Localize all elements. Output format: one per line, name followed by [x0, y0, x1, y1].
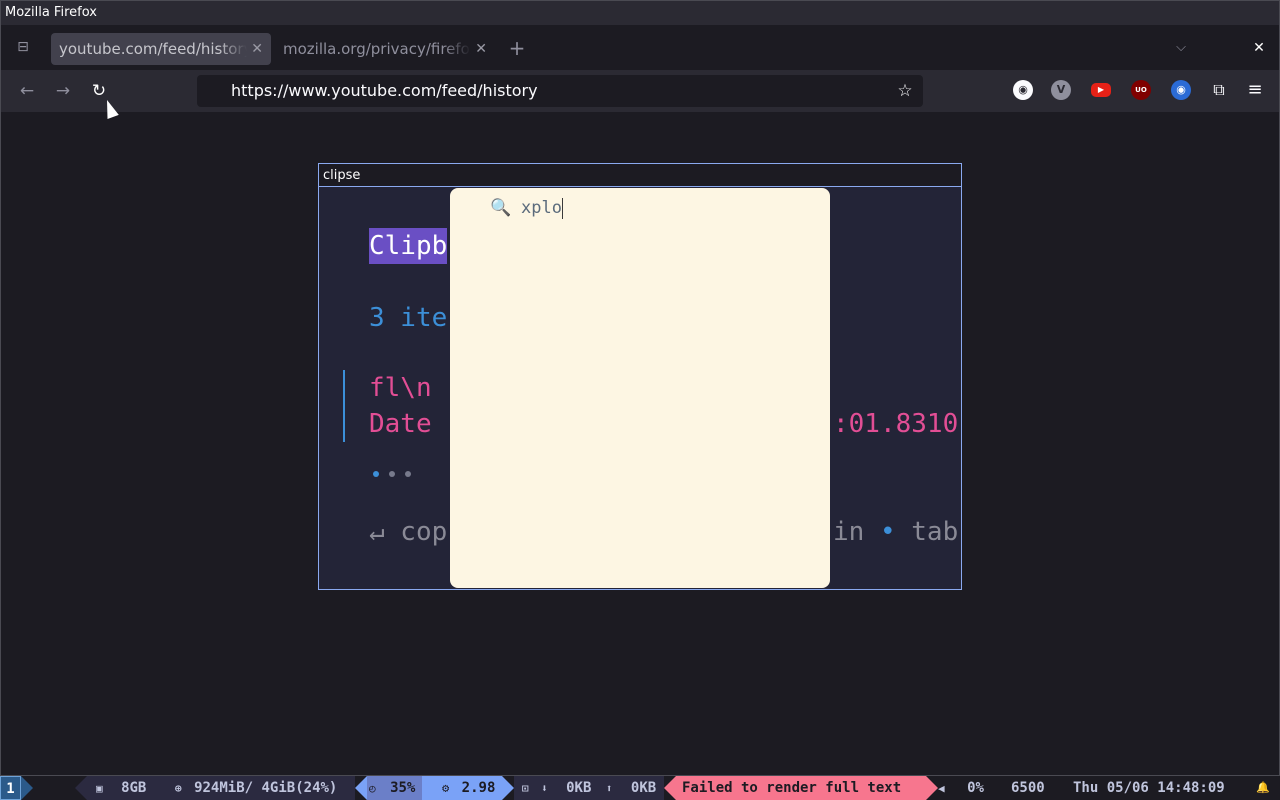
memory-segment: ⊕ 924MiB/ 4GiB(24%) [157, 776, 355, 800]
bookmark-star-icon[interactable]: ☆ [893, 79, 917, 103]
tab-label: youtube.com/feed/history [59, 40, 247, 58]
disk-value: 8GB [121, 780, 147, 796]
ublock-icon[interactable]: UO [1131, 80, 1151, 100]
search-input[interactable]: xplo [521, 196, 563, 220]
tab-label: mozilla.org/privacy/firefox [283, 40, 471, 58]
powerline-separator [502, 776, 514, 800]
color-temp-segment: 6500 [1011, 776, 1061, 800]
cpu-icon: ◴ [369, 782, 376, 795]
load-value: 2.98 [461, 780, 496, 796]
new-tab-icon[interactable]: + [507, 37, 527, 59]
vim-extension-icon[interactable]: V [1051, 80, 1071, 100]
back-icon[interactable]: ← [15, 79, 39, 103]
close-tab-icon[interactable]: ✕ [251, 33, 263, 65]
volume-segment: ◀ 0% [938, 776, 998, 800]
network-segment: ⊡ ⬇ 0KB ⬆ 0KB [514, 776, 664, 800]
tab-mozilla-privacy[interactable]: mozilla.org/privacy/firefox ✕ [275, 33, 495, 65]
page-dot [389, 471, 395, 477]
memory-icon: ⊕ [175, 782, 182, 795]
tab-youtube-history[interactable]: youtube.com/feed/history ✕ [51, 33, 271, 65]
help-text-left: ↵ cop [369, 517, 448, 547]
close-icon[interactable]: ✕ [1249, 37, 1269, 59]
page-dot-active [373, 471, 379, 477]
clipboard-header: Clipb [369, 228, 448, 264]
clipse-title: clipse [319, 164, 961, 187]
clipboard-item-date-end: :01.8310 [833, 409, 959, 439]
network-icon: ⊡ [522, 782, 529, 795]
clipboard-item-date: Date [369, 409, 432, 439]
youtube-extension-icon[interactable]: ▶ [1091, 83, 1111, 97]
clock-datetime: Thu 05/06 14:48:09 [1073, 780, 1225, 796]
account-icon[interactable]: ◉ [1013, 80, 1033, 100]
close-tab-icon[interactable]: ✕ [475, 33, 487, 65]
selected-item-indicator [343, 370, 345, 442]
cpu-value: 35% [390, 780, 416, 796]
disk-segment: ▣ 8GB [87, 776, 157, 800]
powerline-separator [926, 776, 938, 800]
item-count: 3 ite [369, 303, 448, 333]
load-segment: ⚙ 2.98 [422, 776, 502, 800]
url-bar[interactable]: https://www.youtube.com/feed/history ☆ [197, 75, 923, 107]
menu-hamburger-icon[interactable]: ≡ [1245, 80, 1265, 100]
disk-icon: ▣ [96, 782, 103, 795]
tab-strip: ⊟ youtube.com/feed/history ✕ mozilla.org… [1, 25, 1279, 70]
load-icon: ⚙ [442, 781, 450, 795]
volume-icon[interactable]: ◀ [938, 782, 945, 795]
clipboard-item-title[interactable]: fl\n [369, 370, 432, 406]
volume-value: 0% [967, 780, 984, 796]
error-text: Failed to render full text [682, 780, 902, 796]
workspace-indicator[interactable]: 1 [0, 776, 21, 800]
notification-bell-icon[interactable]: 🔔 [1256, 776, 1274, 800]
url-input[interactable]: https://www.youtube.com/feed/history [231, 75, 538, 107]
search-overlay[interactable]: 🔍 xplo [450, 188, 830, 588]
download-value: 0KB [566, 780, 592, 796]
powerline-separator [21, 776, 33, 800]
clock-segment: Thu 05/06 14:48:09 [1073, 776, 1243, 800]
error-segment: Failed to render full text [676, 776, 926, 800]
forward-icon[interactable]: → [51, 79, 75, 103]
page-dot [405, 471, 411, 477]
extensions-puzzle-icon[interactable]: ⧉ [1209, 80, 1229, 100]
chevron-down-icon[interactable]: ⌵ [1171, 37, 1191, 59]
memory-value: 924MiB/ 4GiB(24%) [194, 780, 338, 796]
powerline-separator [355, 776, 367, 800]
help-text-in: in [833, 517, 865, 547]
upload-icon: ⬆ [605, 782, 613, 795]
tab-list-icon[interactable]: ⊟ [13, 37, 33, 57]
color-temp-value: 6500 [1011, 780, 1045, 796]
privacy-extension-icon[interactable]: ◉ [1171, 80, 1191, 100]
help-text-right: in • tab [833, 514, 958, 550]
powerline-separator [664, 776, 676, 800]
status-bar: 1 ▣ 8GB ⊕ 924MiB/ 4GiB(24%) ◴ 35% ⚙ 2.98… [0, 776, 1280, 800]
pagination-dots [373, 454, 421, 484]
download-icon: ⬇ [541, 782, 548, 795]
window-title: Mozilla Firefox [1, 1, 1279, 25]
help-separator: • [864, 517, 912, 547]
help-text-tab: tab [911, 517, 959, 547]
text-caret [561, 197, 563, 219]
powerline-separator [75, 776, 87, 800]
nav-bar: ← → ↻ https://www.youtube.com/feed/histo… [1, 70, 1279, 112]
upload-value: 0KB [630, 780, 657, 796]
search-query: xplo [521, 198, 562, 218]
cpu-segment: ◴ 35% [367, 776, 422, 800]
search-icon: 🔍 [490, 198, 512, 218]
